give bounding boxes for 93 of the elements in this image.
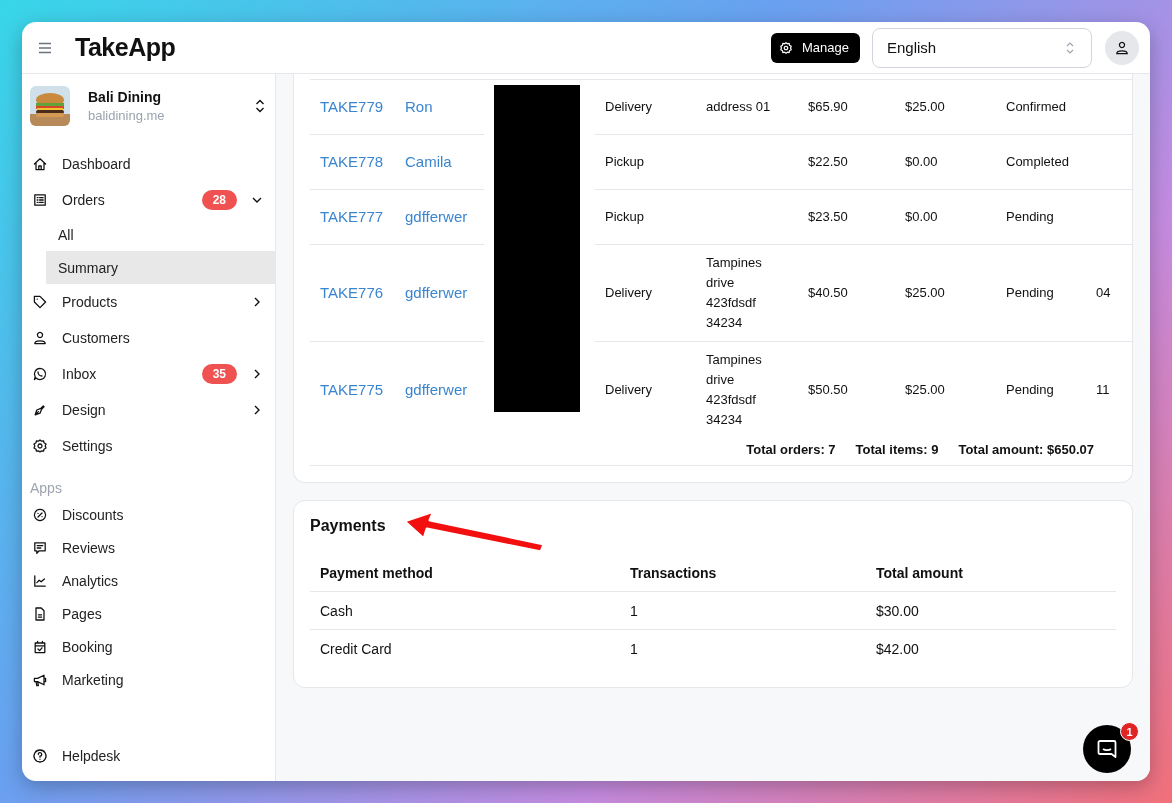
table-cell-text: Completed xyxy=(1006,153,1069,171)
table-cell-text: 11 xyxy=(1096,381,1110,399)
count-badge: 35 xyxy=(201,364,237,384)
table-cell-text: $0.00 xyxy=(905,153,938,171)
table-cell-text: $25.00 xyxy=(905,381,945,399)
nav-item[interactable]: Customers xyxy=(22,320,275,356)
table-cell-text: Delivery xyxy=(605,284,652,302)
table-cell-text: Credit Card xyxy=(319,640,392,657)
count-badge: 28 xyxy=(201,190,237,210)
table-cell-text: $0.00 xyxy=(905,208,938,226)
list-icon xyxy=(32,192,48,208)
table-cell-text: $25.00 xyxy=(905,98,945,116)
table-cell-text: Pending xyxy=(1006,381,1054,399)
tag-icon xyxy=(32,294,48,310)
card-title: Payments xyxy=(310,517,387,535)
table-cell-text: Pending xyxy=(1006,284,1054,302)
table-cell-text: $22.50 xyxy=(808,153,848,171)
chat-button[interactable] xyxy=(1083,725,1131,773)
customer-link[interactable]: gdfferwer xyxy=(405,283,468,303)
table-cell-text: $25.00 xyxy=(905,284,945,302)
home-icon xyxy=(32,156,48,172)
section-heading: Apps xyxy=(30,480,63,496)
table-cell-text: Delivery xyxy=(605,381,652,399)
nav-item[interactable]: Settings xyxy=(22,428,275,464)
table-cell-text: $65.90 xyxy=(808,98,848,116)
table-cell-text: 1 xyxy=(629,640,638,657)
nav-subitem[interactable]: All xyxy=(46,218,275,251)
table-cell-text: Confirmed xyxy=(1006,98,1066,116)
nav-item[interactable]: Pages xyxy=(22,597,275,630)
customer-link[interactable]: gdfferwer xyxy=(405,380,468,400)
total-summary: Total items: 9 xyxy=(855,442,939,457)
menu-icon[interactable] xyxy=(38,41,52,54)
table-cell-text: 04 xyxy=(1096,284,1111,302)
column-header: Total amount xyxy=(875,565,963,581)
table-cell-text: Delivery xyxy=(605,98,652,116)
chat-icon xyxy=(1096,738,1118,760)
order-link[interactable]: TAKE779 xyxy=(320,97,384,117)
user-icon xyxy=(32,330,48,346)
store-switcher[interactable]: Bali Dining balidining.me xyxy=(22,86,275,126)
order-link[interactable]: TAKE777 xyxy=(320,207,384,227)
table-cell-text: $30.00 xyxy=(875,602,919,619)
document-icon xyxy=(32,605,48,622)
language-select[interactable]: English xyxy=(872,27,1092,68)
order-link[interactable]: TAKE778 xyxy=(320,152,384,172)
notification-badge: 1 xyxy=(1120,722,1139,741)
total-summary: Total orders: 7 xyxy=(746,442,836,457)
table-cell-text: Pickup xyxy=(605,208,645,226)
order-link[interactable]: TAKE776 xyxy=(320,283,384,303)
pen-icon xyxy=(32,402,48,418)
nav-item[interactable]: Orders 28 xyxy=(22,182,275,218)
manage-button[interactable]: Manage xyxy=(771,32,860,63)
customer-link[interactable]: gdfferwer xyxy=(405,207,468,227)
nav-item[interactable]: Reviews xyxy=(22,531,275,564)
table-cell-text: $50.50 xyxy=(808,381,848,399)
table-cell-text: $42.00 xyxy=(875,640,919,657)
table-cell-text: $40.50 xyxy=(808,284,848,302)
column-header: Transactions xyxy=(629,565,717,581)
updown-chevron-icon xyxy=(1065,40,1075,55)
table-cell-text: Pickup xyxy=(605,153,645,171)
nav-item[interactable]: Discounts xyxy=(22,498,275,531)
nav-item[interactable]: Analytics xyxy=(22,564,275,597)
table-cell-text: 1 xyxy=(629,602,638,619)
table-cell-text: Tampines drive 423fdsdf 34234 xyxy=(706,254,763,332)
nav-item[interactable]: Dashboard xyxy=(22,146,275,182)
chat-icon xyxy=(32,366,48,382)
nav-subitem[interactable]: Summary xyxy=(46,251,275,284)
customer-link[interactable]: Camila xyxy=(405,152,452,172)
line-chart-icon xyxy=(32,572,48,589)
nav-item[interactable]: Inbox 35 xyxy=(22,356,275,392)
account-button[interactable] xyxy=(1105,30,1139,65)
comment-icon xyxy=(32,539,48,556)
table-cell-text: Tampines drive 423fdsdf 34234 xyxy=(706,351,763,429)
column-header: Payment method xyxy=(319,565,433,581)
nav-item[interactable]: Booking xyxy=(22,630,275,663)
discount-icon xyxy=(32,506,48,523)
gear-icon xyxy=(32,438,48,454)
table-cell-text: Cash xyxy=(319,602,353,619)
helpdesk-link[interactable]: Helpdesk xyxy=(22,739,275,773)
table-cell-text: Pending xyxy=(1006,208,1054,226)
table-cell-text: address 01 xyxy=(706,98,772,116)
nav-item[interactable]: Products xyxy=(22,284,275,320)
gear-icon xyxy=(779,40,793,55)
user-icon xyxy=(1114,39,1130,56)
customer-link[interactable]: Ron xyxy=(405,97,433,117)
brand-logo[interactable]: TakeApp xyxy=(75,33,176,62)
nav-item[interactable]: Marketing xyxy=(22,663,275,696)
updown-chevron-icon xyxy=(255,98,265,114)
total-summary: Total amount: $650.07 xyxy=(958,442,1094,457)
help-icon xyxy=(32,748,48,764)
order-link[interactable]: TAKE775 xyxy=(320,380,384,400)
nav-item[interactable]: Design xyxy=(22,392,275,428)
table-cell-text: $23.50 xyxy=(808,208,848,226)
calendar-icon xyxy=(32,638,48,655)
